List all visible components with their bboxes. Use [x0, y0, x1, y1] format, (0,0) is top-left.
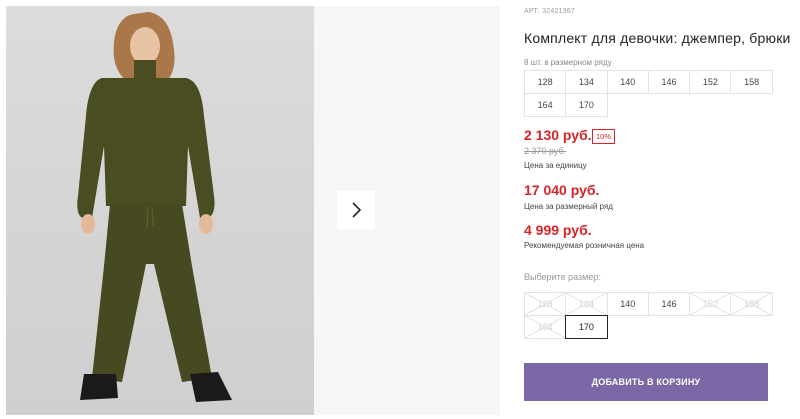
size-option-label: 140 — [620, 299, 636, 309]
old-price: 2 370 руб. — [524, 146, 567, 156]
product-title: Комплект для девочки: джемпер, брюки — [524, 30, 791, 46]
pack-price: 17 040 руб. — [524, 182, 600, 198]
unit-price-caption: Цена за единицу — [524, 161, 587, 170]
pack-size-grid: 128 134 140 146 152 158 164 170 — [524, 70, 773, 117]
size-option-146[interactable]: 146 — [647, 292, 691, 316]
pack-size-cell: 140 — [606, 70, 649, 94]
retail-price-caption: Рекомендуемая розничная цена — [524, 241, 645, 250]
pack-size-cell: 158 — [730, 70, 773, 94]
size-select-label: Выберите размер: — [524, 272, 601, 282]
size-option-134: 134 — [565, 292, 608, 316]
pack-size-label: 8 шт. в размерном ряду — [524, 58, 612, 67]
unavailable-cross-icon — [566, 293, 606, 315]
size-select-grid: 128134140146152158164170 — [524, 292, 773, 339]
pack-size-cell: 164 — [524, 93, 567, 117]
size-option-128: 128 — [524, 292, 567, 316]
retail-price: 4 999 руб. — [524, 222, 592, 238]
discount-badge: 10% — [592, 129, 616, 144]
size-option-label: 170 — [578, 322, 594, 332]
product-image-girl-in-knit-set — [77, 12, 232, 402]
size-option-152: 152 — [689, 292, 732, 316]
size-option-140[interactable]: 140 — [606, 292, 649, 316]
pack-price-caption: Цена за размерный ряд — [524, 202, 613, 211]
unavailable-cross-icon — [690, 293, 730, 315]
pack-size-cell: 170 — [565, 93, 608, 117]
size-option-170[interactable]: 170 — [565, 315, 608, 339]
gallery-next-button[interactable] — [337, 191, 375, 229]
unavailable-cross-icon — [731, 293, 771, 315]
size-option-158: 158 — [730, 292, 773, 316]
chevron-right-icon — [352, 202, 362, 218]
article-number: АРТ: 32421367 — [524, 8, 575, 15]
unavailable-cross-icon — [525, 293, 565, 315]
pack-size-cell: 146 — [647, 70, 691, 94]
size-option-164: 164 — [524, 315, 567, 339]
pack-size-cell: 134 — [565, 70, 608, 94]
add-to-cart-button[interactable]: ДОБАВИТЬ В КОРЗИНУ — [524, 363, 768, 401]
size-option-label: 146 — [661, 299, 677, 309]
pack-size-cell: 128 — [524, 70, 567, 94]
unavailable-cross-icon — [525, 316, 565, 338]
unit-price: 2 130 руб. — [524, 127, 592, 143]
pack-size-cell: 152 — [689, 70, 732, 94]
product-photo — [6, 6, 314, 415]
